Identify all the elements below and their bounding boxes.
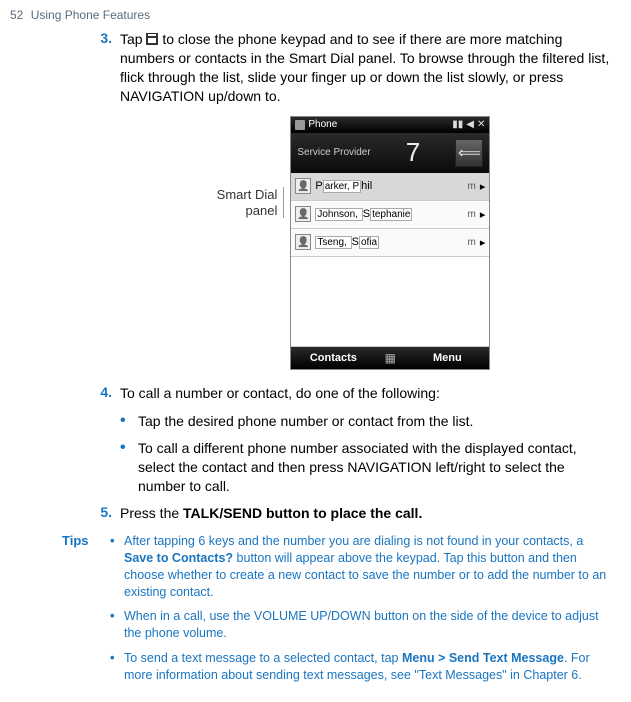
caption-line1: Smart Dial [217, 187, 278, 202]
list-item: • When in a call, use the VOLUME UP/DOWN… [110, 608, 611, 642]
backspace-button[interactable]: ⟸ [455, 139, 483, 167]
status-bar: Phone ▮▮ ◀ ✕ [291, 117, 489, 133]
tip-bold: Save to Contacts? [124, 551, 233, 565]
tips-block: Tips • After tapping 6 keys and the numb… [0, 533, 631, 692]
tip-pre: After tapping 6 keys and the number you … [124, 534, 583, 548]
contact-name: Tseng, Sofia [315, 236, 453, 248]
softkey-menu[interactable]: Menu [405, 347, 489, 369]
name-highlight: ofia [359, 236, 379, 249]
step3-post: to close the phone keypad and to see if … [120, 31, 609, 104]
figure: Smart Dial panel Phone ▮▮ ◀ ✕ Service Pr… [96, 116, 611, 370]
bullet-text: To call a different phone number associa… [138, 439, 611, 496]
page-number: 52 [10, 8, 23, 22]
step-text: Tap to close the phone keypad and to see… [120, 30, 611, 106]
contact-name: Johnson, Stephanie [315, 208, 453, 220]
keypad-toggle-icon[interactable]: ▦ [375, 347, 405, 369]
figure-caption: Smart Dial panel [217, 187, 285, 218]
close-keypad-icon [146, 33, 158, 45]
caption-line2: panel [246, 203, 278, 218]
tips-label: Tips [62, 533, 110, 692]
name-part: S [363, 208, 370, 220]
softkey-bar: Contacts ▦ Menu [291, 347, 489, 369]
entered-digit: 7 [406, 137, 420, 168]
contact-icon: 👤 [295, 178, 311, 194]
name-highlight: Johnson, [315, 208, 362, 221]
close-icon: ✕ [477, 119, 485, 130]
section-title: Using Phone Features [31, 8, 150, 22]
tip-bold: Menu > Send Text Message [402, 651, 564, 665]
chevron-right-icon: ▸ [480, 236, 486, 249]
list-item: • After tapping 6 keys and the number yo… [110, 533, 611, 601]
chevron-right-icon: ▸ [480, 180, 486, 193]
name-highlight: arker, P [323, 180, 361, 193]
step-3: 3. Tap to close the phone keypad and to … [96, 30, 611, 106]
name-part: P [315, 180, 322, 192]
contact-row[interactable]: 👤 Parker, Phil m ▸ [291, 173, 489, 201]
name-highlight: tephanie [370, 208, 412, 221]
list-item: • Tap the desired phone number or contac… [120, 412, 611, 431]
status-icons: ▮▮ ◀ ✕ [452, 119, 485, 130]
contact-icon: 👤 [295, 206, 311, 222]
bullet-icon: • [110, 608, 124, 642]
provider-label: Service Provider [297, 147, 370, 158]
step5-pre: Press the [120, 505, 183, 521]
bullet-icon: • [120, 439, 138, 496]
status-title: Phone [308, 119, 337, 130]
step-5: 5. Press the TALK/SEND button to place t… [96, 504, 611, 523]
contact-type: m [458, 181, 476, 192]
windows-flag-icon [295, 120, 305, 130]
phone-screenshot: Phone ▮▮ ◀ ✕ Service Provider 7 ⟸ 👤 Park… [290, 116, 490, 370]
contact-row[interactable]: 👤 Johnson, Stephanie m ▸ [291, 201, 489, 229]
signal-icon: ▮▮ [452, 119, 463, 130]
step-number: 4. [96, 384, 120, 403]
step-number: 5. [96, 504, 120, 523]
tip-text: To send a text message to a selected con… [124, 650, 611, 684]
step5-bold: TALK/SEND button to place the call. [183, 505, 422, 521]
tip-pre: When in a call, use the VOLUME UP/DOWN b… [124, 609, 599, 640]
step-4: 4. To call a number or contact, do one o… [96, 384, 611, 403]
tip-text: After tapping 6 keys and the number you … [124, 533, 611, 601]
bullet-icon: • [120, 412, 138, 431]
name-part: hil [361, 180, 372, 192]
bullet-text: Tap the desired phone number or contact … [138, 412, 611, 431]
bullet-icon: • [110, 650, 124, 684]
page-header: 52 Using Phone Features [0, 8, 631, 30]
contact-type: m [458, 209, 476, 220]
contact-row[interactable]: 👤 Tseng, Sofia m ▸ [291, 229, 489, 257]
tip-pre: To send a text message to a selected con… [124, 651, 402, 665]
softkey-contacts[interactable]: Contacts [291, 347, 375, 369]
step-number: 3. [96, 30, 120, 106]
contact-name: Parker, Phil [315, 180, 453, 192]
speaker-icon: ◀ [466, 119, 474, 130]
status-left: Phone [295, 119, 337, 130]
smart-dial-empty-area [291, 257, 489, 347]
name-part: S [352, 236, 359, 248]
chevron-right-icon: ▸ [480, 208, 486, 221]
step3-pre: Tap [120, 31, 146, 47]
list-item: • To send a text message to a selected c… [110, 650, 611, 684]
step-4-bullets: • Tap the desired phone number or contac… [120, 412, 611, 496]
tip-text: When in a call, use the VOLUME UP/DOWN b… [124, 608, 611, 642]
contact-type: m [458, 237, 476, 248]
list-item: • To call a different phone number assoc… [120, 439, 611, 496]
step-text: To call a number or contact, do one of t… [120, 384, 611, 403]
dialer-header: Service Provider 7 ⟸ [291, 133, 489, 173]
bullet-icon: • [110, 533, 124, 601]
contact-icon: 👤 [295, 234, 311, 250]
step-text: Press the TALK/SEND button to place the … [120, 504, 611, 523]
name-highlight: Tseng, [315, 236, 351, 249]
tips-items: • After tapping 6 keys and the number yo… [110, 533, 611, 692]
